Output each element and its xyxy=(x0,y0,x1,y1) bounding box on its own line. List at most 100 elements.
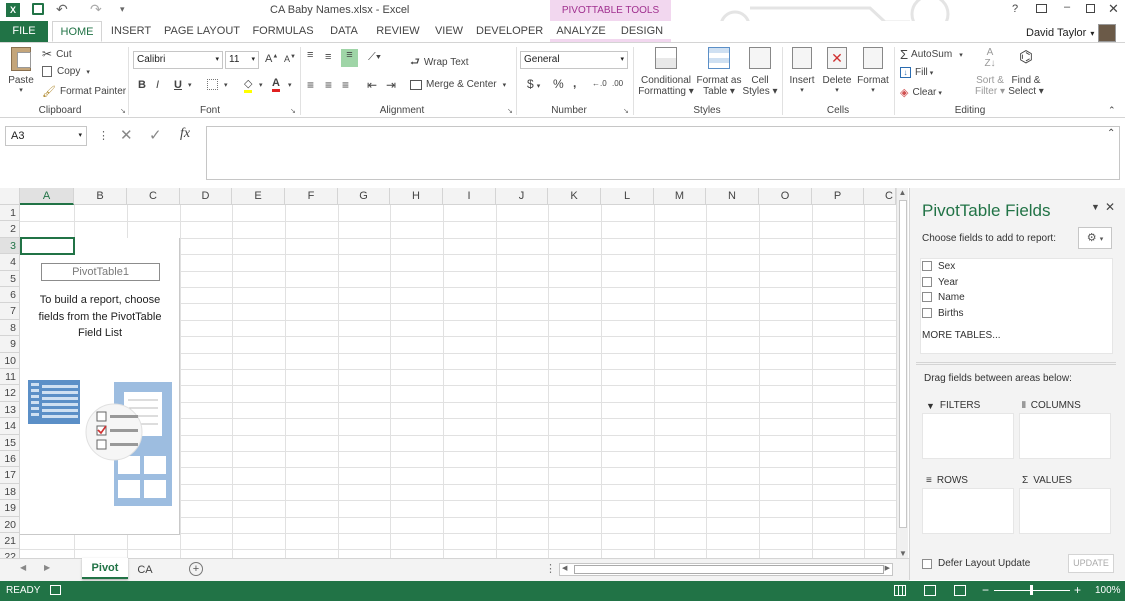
excel-icon[interactable]: X xyxy=(6,3,20,17)
rows-drop-area[interactable] xyxy=(922,488,1014,534)
percent-button[interactable]: % xyxy=(553,77,564,91)
column-header[interactable]: O xyxy=(759,188,812,205)
dialog-launcher-icon[interactable]: ↘ xyxy=(623,107,629,115)
field-name[interactable]: Name xyxy=(922,292,1112,303)
wrap-text-button[interactable]: ⮐ Wrap Text xyxy=(410,53,469,72)
row-header[interactable]: 14 xyxy=(0,418,20,435)
column-header[interactable]: M xyxy=(654,188,706,205)
tab-page-layout[interactable]: PAGE LAYOUT xyxy=(162,21,242,42)
ribbon-display-icon[interactable] xyxy=(1036,4,1047,13)
number-format-select[interactable]: General ▾ xyxy=(520,51,628,69)
column-header[interactable]: G xyxy=(338,188,390,205)
scroll-left-icon[interactable]: ◀ xyxy=(562,564,567,572)
italic-button[interactable]: I xyxy=(156,79,159,91)
row-header[interactable]: 12 xyxy=(0,385,20,402)
user-account[interactable]: David Taylor ▾ xyxy=(1026,24,1117,42)
scroll-down-icon[interactable]: ▼ xyxy=(897,549,909,558)
decrease-decimal-icon[interactable]: .00 xyxy=(612,79,623,88)
bold-button[interactable]: B xyxy=(138,79,146,91)
tab-split-handle[interactable]: ⋮ xyxy=(545,562,556,575)
column-header[interactable]: B xyxy=(74,188,127,205)
align-top-icon[interactable]: ≡ xyxy=(307,49,313,61)
field-year[interactable]: Year xyxy=(922,277,1112,288)
insert-function-icon[interactable]: fx xyxy=(180,126,190,142)
sheet-tab-ca[interactable]: CA xyxy=(130,561,160,579)
column-header[interactable]: I xyxy=(443,188,496,205)
row-header[interactable]: 8 xyxy=(0,319,20,337)
close-pane-icon[interactable]: ✕ xyxy=(1105,200,1115,214)
cell-styles-button[interactable]: Cell Styles ▾ xyxy=(742,47,778,97)
increase-font-size-icon[interactable]: A▲ xyxy=(265,53,278,65)
normal-view-icon[interactable] xyxy=(894,585,906,596)
restore-icon[interactable] xyxy=(1086,4,1095,13)
column-header[interactable]: K xyxy=(548,188,601,205)
font-name-select[interactable]: Calibri ▾ xyxy=(133,51,223,69)
column-header[interactable]: N xyxy=(706,188,759,205)
scroll-right-icon[interactable]: ▶ xyxy=(885,564,890,572)
column-header[interactable]: E xyxy=(232,188,285,205)
help-icon[interactable]: ? xyxy=(1012,3,1018,15)
row-header[interactable]: 9 xyxy=(0,336,20,353)
tools-gear-button[interactable]: ⚙ ▾ xyxy=(1078,227,1112,249)
dialog-launcher-icon[interactable]: ↘ xyxy=(290,107,296,115)
align-left-icon[interactable]: ≡ xyxy=(307,78,314,92)
filters-drop-area[interactable] xyxy=(922,413,1014,459)
checkbox[interactable] xyxy=(922,261,932,272)
row-header[interactable]: 7 xyxy=(0,303,20,320)
tab-home[interactable]: HOME xyxy=(52,21,102,42)
zoom-out-icon[interactable]: − xyxy=(982,583,989,597)
find-select-button[interactable]: ⌬ Find & Select ▾ xyxy=(1008,47,1044,97)
checkbox[interactable] xyxy=(922,292,932,303)
align-middle-icon[interactable]: ≡ xyxy=(325,51,331,63)
checkbox[interactable] xyxy=(922,558,932,569)
page-break-view-icon[interactable] xyxy=(954,585,966,596)
insert-cells-button[interactable]: Insert ▾ xyxy=(786,47,818,94)
redo-icon[interactable]: ↷ xyxy=(90,1,102,18)
pane-options-dropdown-icon[interactable]: ▼ xyxy=(1091,202,1100,212)
tab-insert[interactable]: INSERT xyxy=(108,21,154,42)
sheet-tab-pivot[interactable]: Pivot xyxy=(82,558,128,579)
currency-button[interactable]: $ ▾ xyxy=(527,77,540,91)
update-button[interactable]: UPDATE xyxy=(1068,554,1114,573)
scroll-up-icon[interactable]: ▲ xyxy=(897,188,908,197)
expand-formula-bar-icon[interactable]: ⌃ xyxy=(1107,128,1115,139)
autosum-button[interactable]: Σ AutoSum ▾ xyxy=(900,47,963,62)
align-right-icon[interactable]: ≡ xyxy=(342,78,349,92)
checkbox[interactable] xyxy=(922,277,932,288)
clear-button[interactable]: ◈ Clear ▾ xyxy=(900,86,942,99)
column-header[interactable]: P xyxy=(812,188,864,205)
active-cell-a3[interactable] xyxy=(20,237,75,255)
row-header[interactable]: 17 xyxy=(0,467,20,484)
format-painter-button[interactable]: 🖌 Format Painter xyxy=(42,85,126,98)
tab-formulas[interactable]: FORMULAS xyxy=(250,21,316,42)
sort-filter-button[interactable]: A Z↓ Sort & Filter ▾ xyxy=(972,47,1008,97)
row-header[interactable]: 19 xyxy=(0,500,20,517)
row-header[interactable]: 5 xyxy=(0,270,20,287)
column-header[interactable]: L xyxy=(601,188,654,205)
column-header[interactable]: A xyxy=(20,188,74,205)
name-box[interactable]: A3 ▾ xyxy=(5,126,87,146)
defer-layout-update-checkbox[interactable]: Defer Layout Update xyxy=(922,558,1030,569)
cancel-icon[interactable]: ✕ xyxy=(120,126,133,144)
zoom-level[interactable]: 100% xyxy=(1095,585,1121,596)
horizontal-scrollbar[interactable]: ◀ ▶ xyxy=(559,563,893,576)
vertical-scrollbar[interactable]: ▲ ▼ xyxy=(896,188,908,558)
undo-icon[interactable]: ↶ xyxy=(56,1,68,18)
scroll-thumb[interactable] xyxy=(899,200,907,528)
dialog-launcher-icon[interactable]: ↘ xyxy=(507,107,513,115)
orientation-icon[interactable]: ⟋▾ xyxy=(368,51,381,64)
copy-button[interactable]: Copy ▾ xyxy=(42,66,90,77)
more-tables-link[interactable]: MORE TABLES... xyxy=(922,330,1001,341)
tab-data[interactable]: DATA xyxy=(324,21,364,42)
format-as-table-button[interactable]: Format as Table ▾ xyxy=(696,47,742,97)
row-header[interactable]: 18 xyxy=(0,483,20,501)
increase-indent-icon[interactable]: ⇥ xyxy=(386,78,396,92)
decrease-font-size-icon[interactable]: A▼ xyxy=(284,54,296,64)
row-header[interactable]: 16 xyxy=(0,451,20,468)
scroll-thumb[interactable] xyxy=(574,565,884,574)
field-births[interactable]: Births xyxy=(922,308,1112,319)
font-size-select[interactable]: 11 ▾ xyxy=(225,51,259,69)
fill-color-icon[interactable]: ◇ xyxy=(244,77,253,93)
fill-button[interactable]: ↓ Fill ▾ xyxy=(900,67,933,78)
more-options-icon[interactable]: ⋮ xyxy=(98,129,109,142)
